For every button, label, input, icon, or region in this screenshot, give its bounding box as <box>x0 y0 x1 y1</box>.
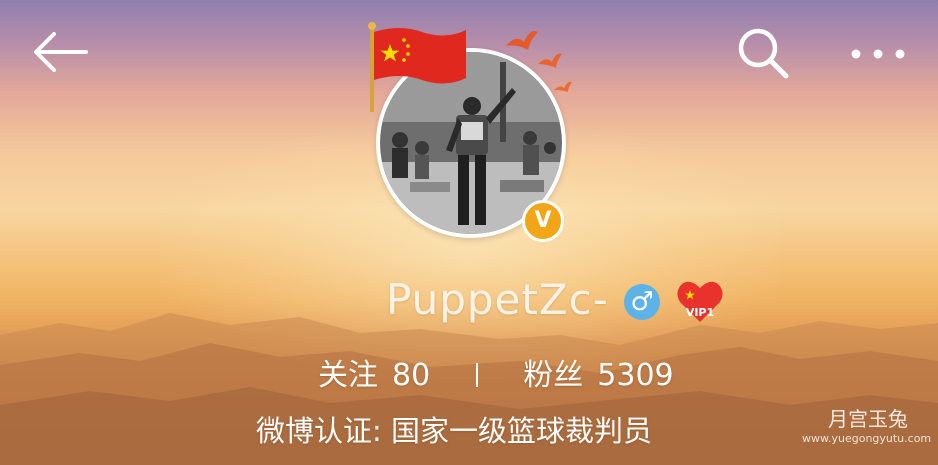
following-count: 80 <box>392 358 431 393</box>
search-button[interactable] <box>734 26 794 82</box>
vip-badge[interactable]: VIP1 <box>676 278 724 324</box>
arrow-left-icon <box>34 32 88 72</box>
vip-label: VIP1 <box>686 306 714 319</box>
stats-divider <box>475 363 478 387</box>
following-label: 关注 <box>318 358 378 393</box>
verification-text: 微博认证: 国家一级篮球裁判员 <box>256 414 652 448</box>
followers-count: 5309 <box>597 358 674 393</box>
followers-label: 粉丝 <box>523 358 584 393</box>
china-flag-icon <box>368 22 466 112</box>
username: PuppetZc- <box>386 275 609 324</box>
more-dots-icon <box>851 49 905 59</box>
following-stat[interactable]: 关注 80 <box>318 350 430 394</box>
profile-header: V PuppetZc- ♂ VIP1 关注 80 粉丝 5309 微博认证: 国家一… <box>0 0 938 465</box>
back-button[interactable] <box>28 28 92 76</box>
watermark-url: www.yuegongyutu.com <box>802 432 932 445</box>
bird-decoration-icon <box>506 31 572 92</box>
search-icon <box>738 28 789 79</box>
male-icon: ♂ <box>624 284 660 320</box>
verified-badge: V <box>522 200 564 242</box>
followers-stat[interactable]: 粉丝 5309 <box>523 350 673 394</box>
stats-row: 关注 80 粉丝 5309 <box>318 350 674 393</box>
more-button[interactable] <box>846 34 910 74</box>
watermark-title: 月宫玉兔 <box>828 407 908 431</box>
